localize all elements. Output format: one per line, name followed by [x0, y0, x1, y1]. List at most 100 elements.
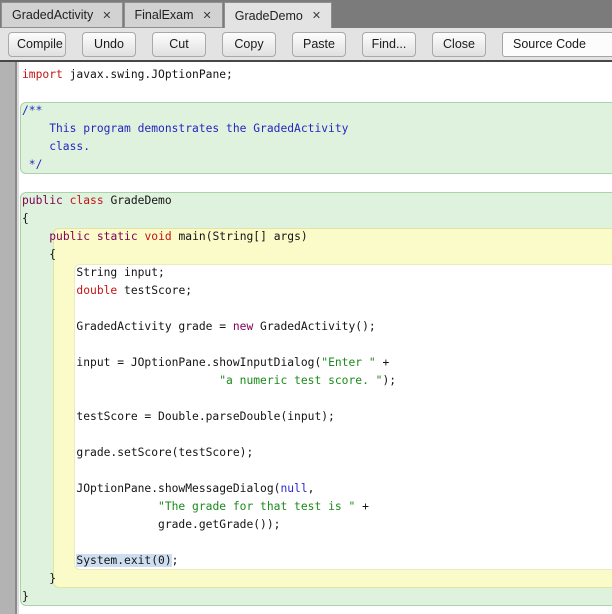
- code-token: {: [22, 248, 57, 261]
- code-token: GradeDemo: [103, 194, 172, 207]
- code-line: class.: [19, 138, 612, 156]
- code-line: System.exit(0);: [19, 552, 612, 570]
- undo-button[interactable]: Undo: [82, 31, 136, 57]
- code-line: public static void main(String[] args): [19, 228, 612, 246]
- code-token: GradedActivity grade =: [22, 320, 233, 333]
- tab-gradedactivity[interactable]: GradedActivity ✕: [1, 2, 123, 28]
- code-token: void: [144, 230, 172, 243]
- code-line: }: [19, 588, 612, 606]
- code-line: GradedActivity grade = new GradedActivit…: [19, 318, 612, 336]
- view-selector-dropdown[interactable]: Source Code: [502, 31, 612, 57]
- code-token: "a numeric test score. ": [219, 374, 383, 387]
- code-line: String input;: [19, 264, 612, 282]
- tab-close-icon[interactable]: ✕: [102, 10, 111, 21]
- code-line: JOptionPane.showMessageDialog(null,: [19, 480, 612, 498]
- code-line: public class GradeDemo: [19, 192, 612, 210]
- code-token: static: [96, 230, 138, 243]
- code-line: import javax.swing.JOptionPane;: [19, 66, 612, 84]
- code-token: GradedActivity();: [253, 320, 376, 333]
- code-token: grade.getGrade());: [22, 518, 281, 531]
- code-line: {: [19, 246, 612, 264]
- editor-content: import javax.swing.JOptionPane; /** This …: [19, 62, 612, 614]
- code-token: {: [22, 212, 29, 225]
- code-token: This program demonstrates the GradedActi…: [22, 122, 349, 135]
- code-line: grade.setScore(testScore);: [19, 444, 612, 462]
- code-token: main(String[] args): [171, 230, 308, 243]
- tab-close-icon[interactable]: ✕: [312, 10, 321, 21]
- view-selector-value: Source Code: [513, 37, 586, 51]
- tab-gradedemo[interactable]: GradeDemo ✕: [223, 2, 333, 28]
- code-line: "The grade for that test is " +: [19, 498, 612, 516]
- code-token: ;: [171, 554, 179, 567]
- code-token: public: [49, 230, 91, 243]
- copy-button[interactable]: Copy: [222, 31, 276, 57]
- tab-label: GradedActivity: [12, 8, 94, 22]
- tab-close-icon[interactable]: ✕: [203, 10, 212, 21]
- code-token: "Enter ": [321, 356, 376, 369]
- code-line: {: [19, 210, 612, 228]
- code-token: ,: [307, 482, 315, 495]
- code-token: import: [22, 68, 63, 81]
- tab-label: FinalExam: [134, 8, 194, 22]
- code-token: "The grade for that test is ": [158, 500, 356, 513]
- cut-button[interactable]: Cut: [152, 31, 206, 57]
- code-line: input = JOptionPane.showInputDialog("Ent…: [19, 354, 612, 372]
- code-line: double testScore;: [19, 282, 612, 300]
- code-token: testScore;: [117, 284, 193, 297]
- code-token: null: [280, 482, 308, 495]
- close-button[interactable]: Close: [432, 31, 486, 57]
- code-line: "a numeric test score. ");: [19, 372, 612, 390]
- code-token: class.: [22, 140, 91, 153]
- tab-label: GradeDemo: [234, 8, 303, 23]
- code-token: JOptionPane.showMessageDialog(: [22, 482, 281, 495]
- tab-bar: GradedActivity ✕ FinalExam ✕ GradeDemo ✕: [0, 0, 612, 28]
- code-token: double: [76, 284, 118, 297]
- selected-code-text: System.exit(0): [76, 554, 172, 567]
- code-token: String input;: [22, 266, 165, 279]
- code-line: This program demonstrates the GradedActi…: [19, 120, 612, 138]
- code-token: }: [22, 572, 57, 585]
- toolbar: Compile Undo Cut Copy Paste Find... Close Sour…: [0, 28, 612, 62]
- code-token: grade.setScore(testScore);: [22, 446, 254, 459]
- code-line: grade.getGrade());: [19, 516, 612, 534]
- code-line: }: [19, 570, 612, 588]
- code-token: /**: [22, 104, 43, 117]
- code-token: class: [69, 194, 104, 207]
- bluej-editor-window: GradedActivity ✕ FinalExam ✕ GradeDemo ✕ Comp…: [0, 0, 612, 614]
- compile-button[interactable]: Compile: [8, 31, 66, 57]
- paste-button[interactable]: Paste: [292, 31, 346, 57]
- code-token: input = JOptionPane.showInputDialog(: [22, 356, 322, 369]
- code-token: testScore = Double.parseDouble(input);: [22, 410, 335, 423]
- code-token: }: [22, 590, 29, 603]
- code-token: */: [22, 158, 43, 171]
- breakpoint-gutter[interactable]: [0, 62, 19, 614]
- code-token: );: [382, 374, 397, 387]
- code-lines: import javax.swing.JOptionPane; /** This …: [19, 62, 612, 614]
- tab-finalexam[interactable]: FinalExam ✕: [123, 2, 223, 28]
- code-line: */: [19, 156, 612, 174]
- code-line: /**: [19, 102, 612, 120]
- code-token: +: [375, 356, 390, 369]
- code-line: testScore = Double.parseDouble(input);: [19, 408, 612, 426]
- code-token: public: [22, 194, 63, 207]
- code-token: javax.swing.JOptionPane;: [62, 68, 233, 81]
- code-editor[interactable]: import javax.swing.JOptionPane; /** This …: [0, 62, 612, 614]
- find-button[interactable]: Find...: [362, 31, 416, 57]
- code-token: +: [355, 500, 369, 513]
- code-token: new: [232, 320, 254, 333]
